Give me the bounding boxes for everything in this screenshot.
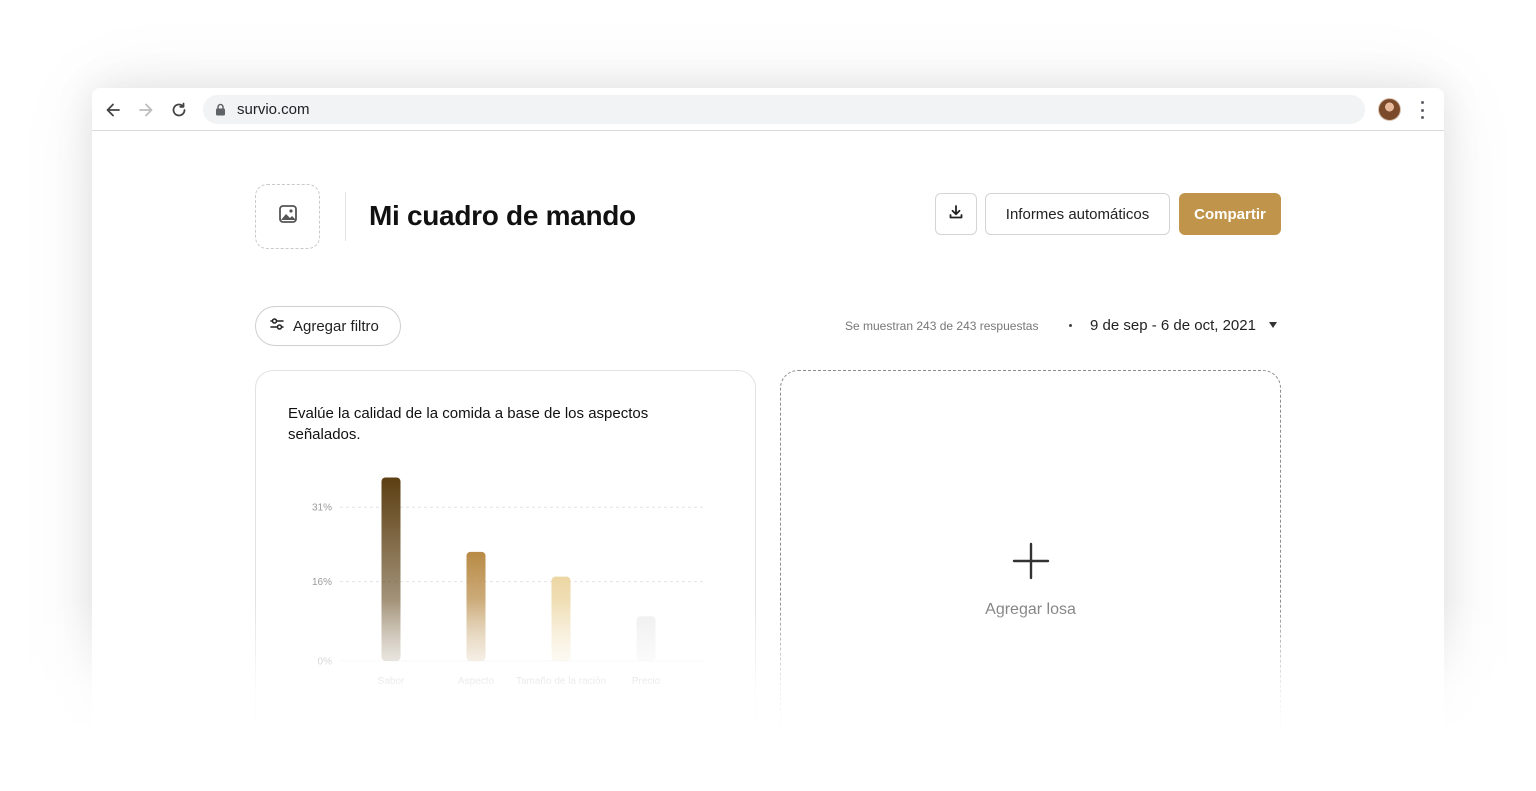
separator-dot (1069, 324, 1072, 327)
header-divider (345, 192, 346, 241)
x-tick-label: Precio (632, 676, 661, 687)
y-tick-label: 31% (312, 503, 332, 514)
bar-tamaño-de-la-ración[interactable] (551, 576, 571, 661)
dashboard-content: Mi cuadro de mando Informes automáticos … (92, 132, 1444, 791)
y-tick-label: 0% (318, 657, 333, 668)
browser-toolbar: survio.com (92, 88, 1444, 131)
x-tick-label: Sabor (378, 676, 405, 687)
kebab-menu-icon[interactable] (1417, 101, 1427, 119)
plus-icon (1012, 542, 1050, 580)
browser-window: survio.com Mi cuadro de mando Informes a… (92, 88, 1444, 791)
arrow-left-icon[interactable] (102, 99, 124, 121)
add-tile-label: Agregar losa (985, 601, 1076, 618)
add-filter-label: Agregar filtro (293, 317, 379, 335)
download-button[interactable] (935, 193, 977, 235)
url-text: survio.com (237, 101, 310, 118)
reload-icon[interactable] (168, 99, 190, 121)
add-filter-button[interactable]: Agregar filtro (255, 306, 401, 346)
bar-precio[interactable] (636, 616, 656, 661)
caret-down-icon[interactable] (1269, 322, 1277, 328)
x-tick-label: Tamaño de la ración (516, 676, 606, 687)
add-tile-button[interactable]: Agregar losa (780, 370, 1281, 791)
download-icon (948, 204, 964, 225)
x-tick-label: Aspecto (458, 676, 495, 687)
arrow-right-icon[interactable] (135, 99, 157, 121)
sliders-icon (270, 317, 293, 335)
address-bar[interactable]: survio.com (203, 95, 1365, 124)
page-title: Mi cuadro de mando (369, 200, 636, 231)
chart-card[interactable]: Evalúe la calidad de la comida a base de… (255, 370, 756, 791)
responses-count: Se muestran 243 de 243 respuestas (845, 319, 1039, 333)
bar-chart: 0% 16% 31% Sabor Aspecto Tamaño de la ración P… (312, 477, 704, 687)
image-icon (278, 204, 298, 229)
share-button[interactable]: Compartir (1179, 193, 1281, 235)
logo-upload[interactable] (255, 184, 320, 249)
date-range-selector[interactable]: 9 de sep - 6 de oct, 2021 (1090, 317, 1256, 334)
bar-sabor[interactable] (381, 477, 401, 661)
automatic-reports-button[interactable]: Informes automáticos (985, 193, 1170, 235)
bar-aspecto[interactable] (466, 551, 486, 661)
y-tick-label: 16% (312, 577, 332, 588)
lock-icon (215, 103, 227, 117)
avatar[interactable] (1378, 98, 1401, 121)
